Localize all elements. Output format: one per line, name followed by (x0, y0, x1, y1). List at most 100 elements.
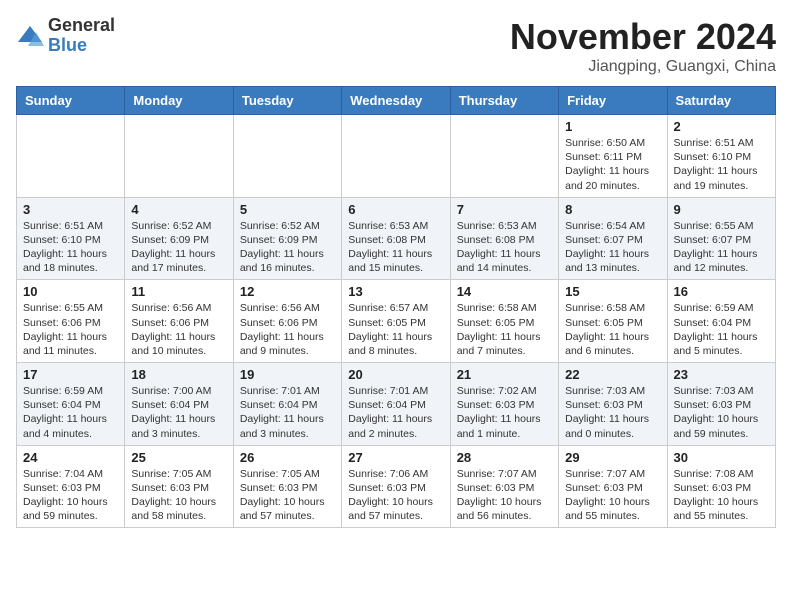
calendar-cell: 2Sunrise: 6:51 AM Sunset: 6:10 PM Daylig… (667, 115, 775, 198)
calendar-cell: 27 Sunrise: 7:06 AM Sunset: 6:03 PM Dayli… (342, 445, 450, 528)
day-number: 9 (674, 202, 769, 217)
calendar-table: SundayMondayTuesdayWednesdayThursdayFrid… (16, 86, 776, 528)
day-number: 21 (457, 367, 552, 382)
day-detail: Sunrise: 7:07 AM Sunset: 6:03 PM Dayligh… (457, 467, 552, 524)
day-detail: Sunrise: 6:58 AM Sunset: 6:05 PM Dayligh… (457, 301, 552, 358)
calendar-cell: 20 Sunrise: 7:01 AM Sunset: 6:04 PM Dayli… (342, 363, 450, 446)
day-detail: Sunrise: 6:52 AM Sunset: 6:09 PM Dayligh… (131, 219, 226, 276)
day-detail: Sunrise: 6:51 AM Sunset: 6:10 PM Dayligh… (674, 136, 769, 193)
calendar-cell: 14 Sunrise: 6:58 AM Sunset: 6:05 PM Dayli… (450, 280, 558, 363)
calendar-week-row: 10 Sunrise: 6:55 AM Sunset: 6:06 PM Dayli… (17, 280, 776, 363)
day-detail: Sunrise: 7:05 AM Sunset: 6:03 PM Dayligh… (131, 467, 226, 524)
calendar-cell (17, 115, 125, 198)
day-number: 28 (457, 450, 552, 465)
calendar-cell: 28 Sunrise: 7:07 AM Sunset: 6:03 PM Dayli… (450, 445, 558, 528)
calendar-cell: 17 Sunrise: 6:59 AM Sunset: 6:04 PM Dayli… (17, 363, 125, 446)
day-detail: Sunrise: 7:03 AM Sunset: 6:03 PM Dayligh… (565, 384, 660, 441)
day-number: 15 (565, 284, 660, 299)
calendar-cell: 30 Sunrise: 7:08 AM Sunset: 6:03 PM Dayli… (667, 445, 775, 528)
day-detail: Sunrise: 6:52 AM Sunset: 6:09 PM Dayligh… (240, 219, 335, 276)
calendar-cell: 18 Sunrise: 7:00 AM Sunset: 6:04 PM Dayli… (125, 363, 233, 446)
day-detail: Sunrise: 7:06 AM Sunset: 6:03 PM Dayligh… (348, 467, 443, 524)
title-block: November 2024 Jiangping, Guangxi, China (510, 16, 776, 76)
day-detail: Sunrise: 7:07 AM Sunset: 6:03 PM Dayligh… (565, 467, 660, 524)
day-number: 23 (674, 367, 769, 382)
day-detail: Sunrise: 6:55 AM Sunset: 6:07 PM Dayligh… (674, 219, 769, 276)
calendar-cell: 12 Sunrise: 6:56 AM Sunset: 6:06 PM Dayli… (233, 280, 341, 363)
weekday-header: Monday (125, 87, 233, 115)
day-detail: Sunrise: 6:58 AM Sunset: 6:05 PM Dayligh… (565, 301, 660, 358)
day-detail: Sunrise: 7:04 AM Sunset: 6:03 PM Dayligh… (23, 467, 118, 524)
calendar-cell: 16 Sunrise: 6:59 AM Sunset: 6:04 PM Dayli… (667, 280, 775, 363)
calendar-cell: 7 Sunrise: 6:53 AM Sunset: 6:08 PM Daylig… (450, 197, 558, 280)
calendar-cell: 8 Sunrise: 6:54 AM Sunset: 6:07 PM Daylig… (559, 197, 667, 280)
calendar-cell: 24 Sunrise: 7:04 AM Sunset: 6:03 PM Dayli… (17, 445, 125, 528)
calendar-week-row: 17 Sunrise: 6:59 AM Sunset: 6:04 PM Dayli… (17, 363, 776, 446)
day-number: 18 (131, 367, 226, 382)
day-detail: Sunrise: 7:02 AM Sunset: 6:03 PM Dayligh… (457, 384, 552, 441)
weekday-header: Friday (559, 87, 667, 115)
day-detail: Sunrise: 6:59 AM Sunset: 6:04 PM Dayligh… (23, 384, 118, 441)
calendar-cell: 11 Sunrise: 6:56 AM Sunset: 6:06 PM Dayli… (125, 280, 233, 363)
day-detail: Sunrise: 6:53 AM Sunset: 6:08 PM Dayligh… (348, 219, 443, 276)
day-detail: Sunrise: 6:55 AM Sunset: 6:06 PM Dayligh… (23, 301, 118, 358)
day-number: 6 (348, 202, 443, 217)
day-number: 17 (23, 367, 118, 382)
calendar-cell (125, 115, 233, 198)
calendar-cell: 9 Sunrise: 6:55 AM Sunset: 6:07 PM Daylig… (667, 197, 775, 280)
day-number: 11 (131, 284, 226, 299)
day-number: 13 (348, 284, 443, 299)
day-detail: Sunrise: 7:00 AM Sunset: 6:04 PM Dayligh… (131, 384, 226, 441)
day-number: 30 (674, 450, 769, 465)
day-number: 26 (240, 450, 335, 465)
calendar-cell: 5Sunrise: 6:52 AM Sunset: 6:09 PM Daylig… (233, 197, 341, 280)
day-detail: Sunrise: 6:56 AM Sunset: 6:06 PM Dayligh… (240, 301, 335, 358)
day-detail: Sunrise: 7:05 AM Sunset: 6:03 PM Dayligh… (240, 467, 335, 524)
weekday-header: Wednesday (342, 87, 450, 115)
day-number: 8 (565, 202, 660, 217)
day-number: 7 (457, 202, 552, 217)
logo: General Blue (16, 16, 115, 56)
day-number: 10 (23, 284, 118, 299)
day-detail: Sunrise: 6:53 AM Sunset: 6:08 PM Dayligh… (457, 219, 552, 276)
day-detail: Sunrise: 7:01 AM Sunset: 6:04 PM Dayligh… (348, 384, 443, 441)
calendar-cell: 15 Sunrise: 6:58 AM Sunset: 6:05 PM Dayli… (559, 280, 667, 363)
calendar-cell: 22Sunrise: 7:03 AM Sunset: 6:03 PM Dayli… (559, 363, 667, 446)
day-detail: Sunrise: 7:03 AM Sunset: 6:03 PM Dayligh… (674, 384, 769, 441)
day-detail: Sunrise: 6:59 AM Sunset: 6:04 PM Dayligh… (674, 301, 769, 358)
page-header: General Blue November 2024 Jiangping, Gu… (16, 16, 776, 76)
day-detail: Sunrise: 7:01 AM Sunset: 6:04 PM Dayligh… (240, 384, 335, 441)
day-detail: Sunrise: 6:56 AM Sunset: 6:06 PM Dayligh… (131, 301, 226, 358)
logo-blue-text: Blue (48, 35, 87, 55)
day-number: 24 (23, 450, 118, 465)
calendar-cell: 6 Sunrise: 6:53 AM Sunset: 6:08 PM Daylig… (342, 197, 450, 280)
day-detail: Sunrise: 6:50 AM Sunset: 6:11 PM Dayligh… (565, 136, 660, 193)
logo-icon (16, 22, 44, 50)
day-number: 29 (565, 450, 660, 465)
calendar-week-row: 24 Sunrise: 7:04 AM Sunset: 6:03 PM Dayli… (17, 445, 776, 528)
month-title: November 2024 (510, 16, 776, 58)
day-number: 4 (131, 202, 226, 217)
calendar-cell: 4 Sunrise: 6:52 AM Sunset: 6:09 PM Daylig… (125, 197, 233, 280)
calendar-cell: 19Sunrise: 7:01 AM Sunset: 6:04 PM Dayli… (233, 363, 341, 446)
weekday-header: Tuesday (233, 87, 341, 115)
weekday-header: Sunday (17, 87, 125, 115)
calendar-cell: 10 Sunrise: 6:55 AM Sunset: 6:06 PM Dayli… (17, 280, 125, 363)
day-number: 3 (23, 202, 118, 217)
day-detail: Sunrise: 6:54 AM Sunset: 6:07 PM Dayligh… (565, 219, 660, 276)
day-number: 20 (348, 367, 443, 382)
day-detail: Sunrise: 7:08 AM Sunset: 6:03 PM Dayligh… (674, 467, 769, 524)
day-number: 12 (240, 284, 335, 299)
weekday-header: Thursday (450, 87, 558, 115)
calendar-cell: 26 Sunrise: 7:05 AM Sunset: 6:03 PM Dayli… (233, 445, 341, 528)
calendar-cell: 29 Sunrise: 7:07 AM Sunset: 6:03 PM Dayli… (559, 445, 667, 528)
day-number: 25 (131, 450, 226, 465)
day-number: 1 (565, 119, 660, 134)
day-number: 14 (457, 284, 552, 299)
calendar-cell (233, 115, 341, 198)
calendar-cell (450, 115, 558, 198)
day-number: 16 (674, 284, 769, 299)
day-number: 27 (348, 450, 443, 465)
logo-general-text: General (48, 15, 115, 35)
day-detail: Sunrise: 6:57 AM Sunset: 6:05 PM Dayligh… (348, 301, 443, 358)
